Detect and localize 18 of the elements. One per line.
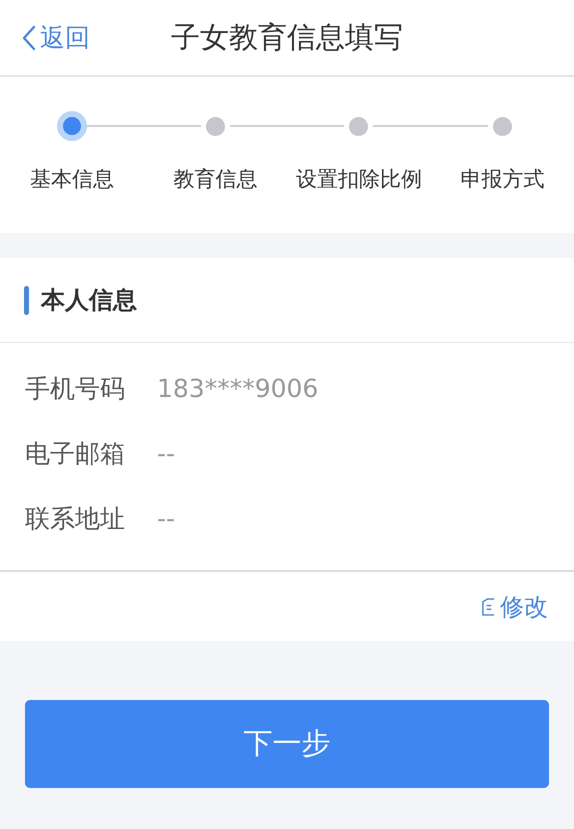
step-label: 申报方式: [460, 166, 544, 193]
field-label: 电子邮箱: [25, 438, 126, 470]
field-value: --: [157, 504, 176, 533]
field-label: 手机号码: [25, 373, 126, 405]
field-value: 183****9006: [157, 374, 318, 403]
step-label: 教育信息: [173, 166, 258, 193]
page-title: 子女教育信息填写: [171, 18, 403, 56]
step-label: 设置扣除比例: [296, 166, 422, 193]
edit-link[interactable]: 修改: [481, 590, 548, 622]
chevron-left-icon: [22, 24, 36, 50]
step-label: 基本信息: [30, 166, 114, 193]
section-title: 本人信息: [41, 285, 137, 316]
field-label: 联系地址: [25, 503, 126, 535]
field-value: --: [157, 439, 176, 468]
accent-bar: [24, 286, 29, 314]
next-button[interactable]: 下一步: [25, 700, 549, 788]
back-link[interactable]: 返回: [22, 21, 90, 54]
edit-icon: [481, 596, 496, 617]
